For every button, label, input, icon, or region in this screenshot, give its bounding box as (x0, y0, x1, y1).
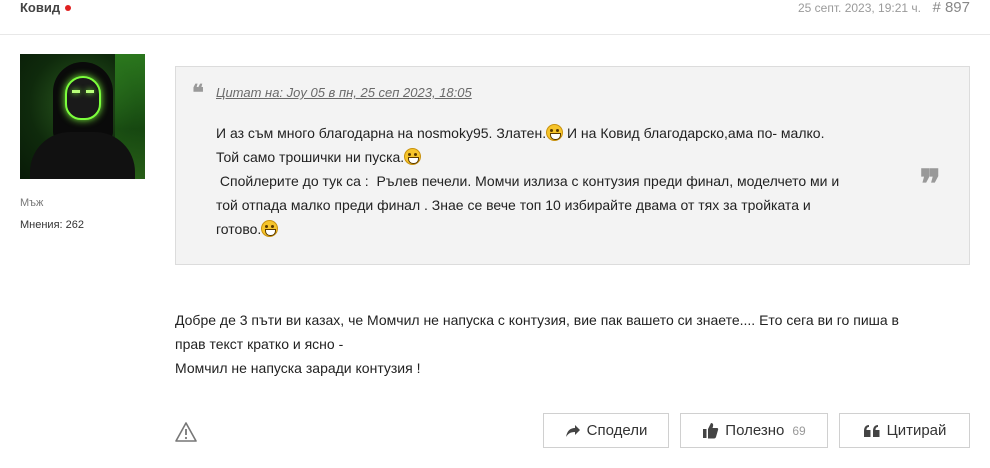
post-date: 25 септ. 2023, 19:21 ч. (798, 1, 921, 15)
useful-button[interactable]: Полезно 69 (680, 413, 828, 448)
user-gender: Мъж (20, 197, 44, 209)
avatar-eye-left (72, 90, 80, 93)
grinning-face-icon (404, 148, 422, 165)
quote-line-1b: И на Ковид благодарско,ама по- малко. (563, 125, 825, 141)
post-body: Добре де 3 пъти ви казах, че Момчил не н… (175, 308, 975, 380)
share-button[interactable]: Сподели (543, 413, 669, 448)
quote-cite-link[interactable]: Цитат на: Joy 05 в пн, 25 сеп 2023, 18:0… (216, 85, 472, 100)
quote-open-icon: ❝ (192, 80, 204, 106)
quote-marks-icon (863, 424, 881, 438)
avatar[interactable] (20, 54, 145, 179)
useful-count: 69 (792, 423, 806, 438)
useful-button-label: Полезно (725, 422, 785, 439)
thumbs-up-icon (702, 422, 719, 439)
post-body-line-3: Момчил не напуска заради контузия ! (175, 360, 421, 376)
quote-line-3: Спойлерите до тук са : Рълев печели. Мом… (216, 173, 840, 189)
grinning-face-icon (261, 220, 279, 237)
author-name[interactable]: Ковид (20, 0, 72, 15)
quote-button-label: Цитирай (886, 422, 947, 439)
author-name-text[interactable]: Ковид (20, 0, 60, 15)
share-button-label: Сподели (586, 422, 648, 439)
quote-button[interactable]: Цитирай (839, 413, 970, 448)
post-number-link[interactable]: # 897 (932, 0, 970, 16)
quote-close-icon: ❞ (919, 161, 941, 208)
grinning-face-icon (546, 124, 564, 141)
quote-block: ❝ Цитат на: Joy 05 в пн, 25 сеп 2023, 18… (175, 66, 970, 265)
quote-line-4: той отпада малко преди финал . Знае се в… (216, 197, 811, 213)
warning-triangle-icon[interactable] (175, 421, 197, 443)
user-opinions-count: Мнения: 262 (20, 219, 84, 231)
avatar-mask (65, 76, 101, 120)
online-dot-icon (65, 4, 72, 11)
quote-text: И аз съм много благодарна на nosmoky95. … (216, 121, 896, 241)
header-divider (0, 34, 990, 35)
post-body-line-1: Добре де 3 пъти ви казах, че Момчил не н… (175, 312, 899, 328)
avatar-eye-right (86, 90, 94, 93)
quote-line-5: готово. (216, 221, 262, 237)
quote-line-2: Той само трошички ни пуска. (216, 149, 405, 165)
share-arrow-icon (565, 424, 581, 438)
post-header: Ковид 25 септ. 2023, 19:21 ч. # 897 (0, 0, 990, 22)
quote-line-1a: И аз съм много благодарна на nosmoky95. … (216, 125, 547, 141)
post-body-line-2: прав текст кратко и ясно - (175, 336, 344, 352)
